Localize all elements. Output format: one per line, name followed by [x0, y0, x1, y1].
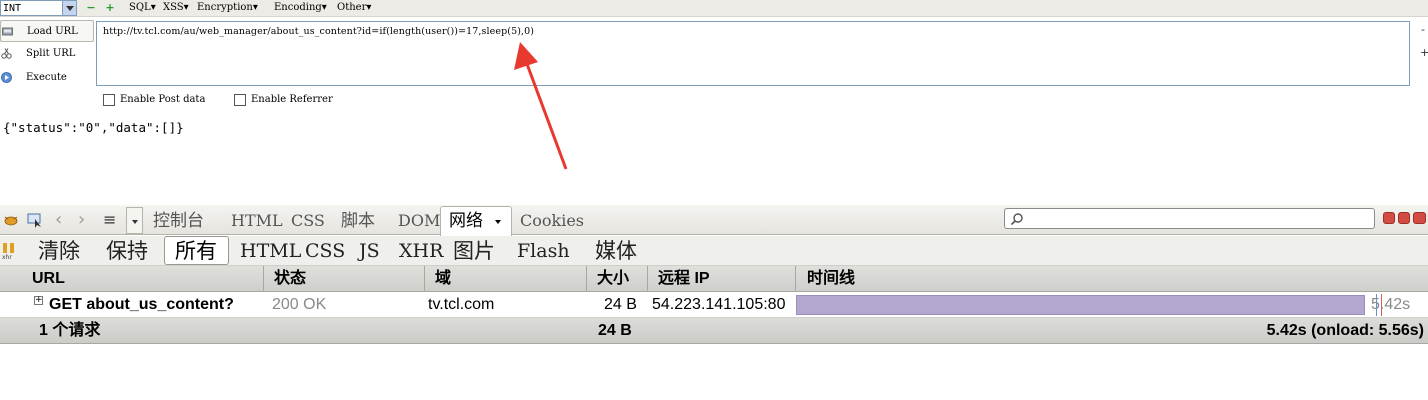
filter-all[interactable]: 所有 [164, 236, 229, 265]
enable-post-label: Enable Post data [120, 94, 206, 105]
net-summary-row [0, 318, 1428, 344]
response-body: {"status":"0","data":[]} [3, 120, 184, 135]
detach-panel-icon[interactable] [1398, 212, 1410, 224]
tab-console[interactable]: 控制台 [153, 210, 204, 232]
enable-referrer-label: Enable Referrer [251, 94, 333, 105]
tab-html[interactable]: HTML [231, 210, 283, 232]
filter-clear[interactable]: 清除 [38, 239, 80, 263]
minus-icon[interactable]: − [86, 2, 96, 13]
summary-request-count: 1 个请求 [39, 322, 101, 339]
search-input[interactable] [1004, 208, 1375, 229]
expand-icon[interactable]: + [34, 296, 43, 305]
search-icon [1010, 213, 1023, 226]
split-url-button[interactable]: Split URL [0, 43, 94, 65]
tab-net[interactable]: 网络 [440, 206, 512, 236]
enable-referrer-checkbox[interactable]: Enable Referrer [234, 94, 349, 107]
expand-button[interactable]: + [1420, 47, 1428, 59]
filter-flash[interactable]: Flash [517, 239, 570, 263]
forward-icon[interactable]: › [78, 209, 85, 230]
xhr-pause-icon[interactable]: xhr [2, 242, 16, 260]
filter-persist[interactable]: 保持 [106, 239, 148, 263]
tab-net-label: 网络 [449, 211, 483, 231]
tab-css[interactable]: CSS [291, 210, 325, 232]
column-domain[interactable]: 域 [435, 268, 451, 290]
chevron-down-icon [495, 220, 501, 224]
play-icon [1, 72, 12, 83]
checkbox-box[interactable] [234, 94, 246, 106]
column-status[interactable]: 状态 [274, 268, 306, 290]
plus-icon[interactable]: + [105, 2, 115, 13]
panel-list-icon[interactable]: ≡ [103, 210, 116, 229]
enable-post-checkbox[interactable]: Enable Post data [103, 94, 223, 107]
url-text: http://tv.tcl.com/au/web_manager/about_u… [103, 26, 535, 37]
column-separator [586, 266, 587, 292]
request-remote-ip: 54.223.141.105:80 [652, 296, 786, 313]
execute-label: Execute [26, 72, 67, 83]
filter-html[interactable]: HTML [240, 239, 301, 263]
timeline-bar[interactable] [796, 295, 1365, 315]
column-separator [424, 266, 425, 292]
request-domain: tv.tcl.com [428, 296, 495, 313]
filter-xhr[interactable]: XHR [399, 239, 443, 263]
column-separator [263, 266, 264, 292]
column-timeline[interactable]: 时间线 [807, 268, 855, 290]
request-time: 5.42s [1371, 296, 1411, 313]
back-icon[interactable]: ‹ [55, 209, 62, 230]
column-separator [795, 266, 796, 292]
type-select[interactable]: INT [0, 0, 77, 16]
menu-encoding[interactable]: Encoding▾ [274, 1, 327, 15]
tab-script[interactable]: 脚本 [341, 210, 375, 232]
request-size: 24 B [604, 296, 637, 313]
scissors-icon [1, 48, 12, 59]
menu-encryption[interactable]: Encryption▾ [197, 1, 258, 15]
menu-xss[interactable]: XSS▾ [163, 1, 189, 15]
panel-menu-button[interactable] [126, 207, 143, 234]
column-separator [647, 266, 648, 292]
column-remote-ip[interactable]: 远程 IP [658, 268, 710, 290]
load-url-button[interactable]: Load URL [0, 20, 94, 42]
summary-timing: 5.42s (onload: 5.56s) [1266, 322, 1424, 339]
column-size[interactable]: 大小 [597, 268, 629, 290]
firebug-icon[interactable] [2, 212, 20, 228]
summary-size: 24 B [598, 322, 632, 339]
filter-css[interactable]: CSS [305, 239, 345, 263]
menu-sql[interactable]: SQL▾ [129, 1, 156, 15]
shrink-button[interactable]: - [1421, 24, 1425, 36]
load-url-icon [2, 27, 13, 36]
url-textarea[interactable]: http://tv.tcl.com/au/web_manager/about_u… [96, 21, 1410, 86]
filter-js[interactable]: JS [359, 239, 380, 263]
filter-all-label: 所有 [175, 239, 217, 263]
minimize-panel-icon[interactable] [1383, 212, 1395, 224]
filter-media[interactable]: 媒体 [595, 239, 637, 263]
load-url-label: Load URL [27, 26, 78, 37]
split-url-label: Split URL [26, 48, 76, 59]
svg-text:xhr: xhr [2, 254, 12, 260]
chevron-down-icon[interactable] [62, 1, 76, 15]
filter-images[interactable]: 图片 [453, 239, 495, 263]
tab-cookies[interactable]: Cookies [520, 210, 584, 232]
execute-button[interactable]: Execute [0, 67, 94, 89]
menu-other[interactable]: Other▾ [337, 1, 371, 15]
annotation-arrow-icon [514, 42, 568, 170]
chevron-down-icon [132, 220, 138, 224]
close-panel-icon[interactable] [1413, 212, 1426, 224]
column-url[interactable]: URL [32, 268, 65, 290]
inspect-icon[interactable] [26, 212, 44, 228]
checkbox-box[interactable] [103, 94, 115, 106]
request-url[interactable]: GET about_us_content? [49, 294, 234, 316]
net-table-header [0, 266, 1428, 292]
request-status: 200 OK [272, 296, 327, 313]
tab-dom[interactable]: DOM [398, 210, 440, 232]
type-select-value: INT [3, 3, 22, 14]
